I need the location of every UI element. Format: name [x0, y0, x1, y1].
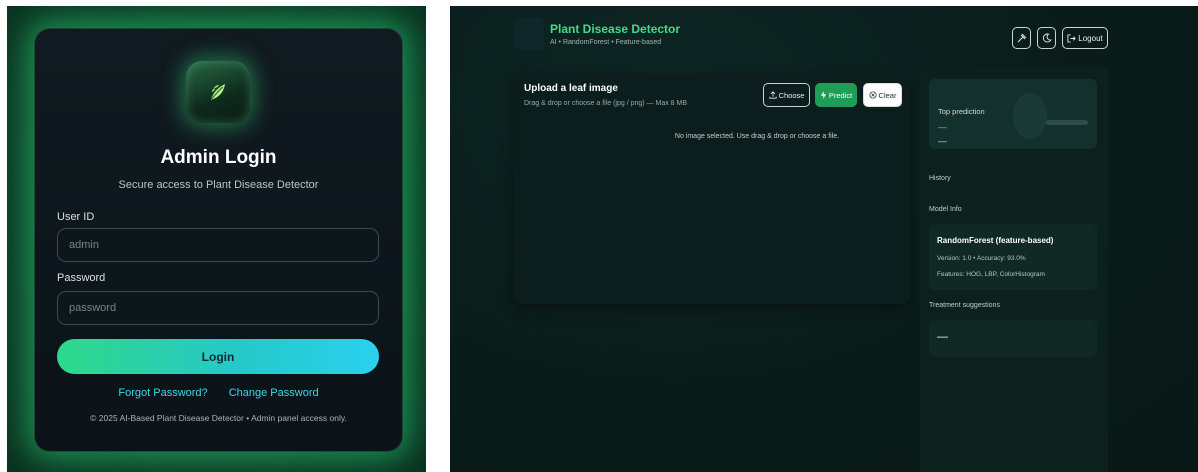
logout-button[interactable]: Logout: [1062, 27, 1108, 49]
prediction-placeholder-image: [1013, 93, 1047, 139]
upload-panel[interactable]: Upload a leaf image Drag & drop or choos…: [514, 74, 910, 304]
empty-state-text: No image selected. Use drag & drop or ch…: [674, 133, 840, 140]
login-title: Admin Login: [160, 147, 277, 168]
clear-label: Clear: [878, 90, 897, 100]
model-info-label: Model Info: [929, 206, 962, 213]
password-input[interactable]: [57, 291, 379, 325]
brand-icon: [514, 18, 544, 50]
top-prediction-card: Top prediction — —: [929, 79, 1097, 149]
login-button[interactable]: Login: [57, 339, 379, 374]
app-logo: [186, 61, 250, 123]
login-subtitle: Secure access to Plant Disease Detector: [118, 179, 319, 191]
app-title: Plant Disease Detector: [550, 22, 681, 36]
history-label[interactable]: History: [929, 175, 951, 182]
model-version: Version: 1.0 • Accuracy: 93.0%: [937, 255, 1026, 262]
password-label: Password: [57, 272, 106, 284]
upload-title: Upload a leaf image: [524, 83, 618, 94]
login-links: Forgot Password? Change Password: [35, 387, 402, 399]
user-id-input[interactable]: [57, 228, 379, 262]
results-sidebar: Top prediction — — History Model Info Ra…: [920, 67, 1108, 472]
predict-label: Predict: [828, 90, 853, 100]
theme-toggle-button[interactable]: [1037, 27, 1056, 49]
choose-label: Choose: [778, 90, 805, 100]
clear-button[interactable]: Clear: [863, 83, 902, 107]
app-subtitle: AI • RandomForest • Feature-based: [550, 39, 662, 46]
upload-icon: [768, 91, 777, 99]
choose-file-button[interactable]: Choose: [763, 83, 810, 107]
pin-icon: [1017, 33, 1026, 43]
change-password-link[interactable]: Change Password: [229, 387, 319, 399]
model-features: Features: HOG, LBP, ColorHistogram: [937, 271, 1045, 278]
logout-label: Logout: [1078, 33, 1103, 43]
top-prediction-confidence: —: [938, 136, 947, 146]
detector-screen: Plant Disease Detector AI • RandomForest…: [450, 6, 1198, 472]
logout-icon: [1067, 33, 1077, 43]
forgot-password-link[interactable]: Forgot Password?: [118, 387, 207, 399]
clear-icon: [868, 91, 877, 99]
predict-button[interactable]: Predict: [815, 83, 857, 107]
upload-hint: Drag & drop or choose a file (jpg / png)…: [524, 100, 688, 107]
treatment-card: —: [929, 320, 1097, 357]
login-footer: © 2025 AI-Based Plant Disease Detector •…: [90, 413, 347, 423]
model-info-card: RandomForest (feature-based) Version: 1.…: [929, 224, 1097, 290]
model-name: RandomForest (feature-based): [937, 236, 1054, 245]
login-screen: Admin Login Secure access to Plant Disea…: [7, 6, 426, 472]
treatment-label: Treatment suggestions: [929, 302, 1000, 309]
user-id-label: User ID: [57, 211, 95, 223]
top-prediction-title: Top prediction: [938, 107, 985, 116]
leaf-icon: [210, 84, 225, 101]
pin-button[interactable]: [1012, 27, 1031, 49]
login-card: Admin Login Secure access to Plant Disea…: [34, 28, 403, 452]
confidence-bar-placeholder: [1046, 120, 1088, 125]
treatment-value: —: [937, 331, 948, 343]
moon-icon: [1042, 33, 1052, 43]
lightning-icon: [820, 91, 826, 99]
top-prediction-value: —: [938, 122, 947, 132]
